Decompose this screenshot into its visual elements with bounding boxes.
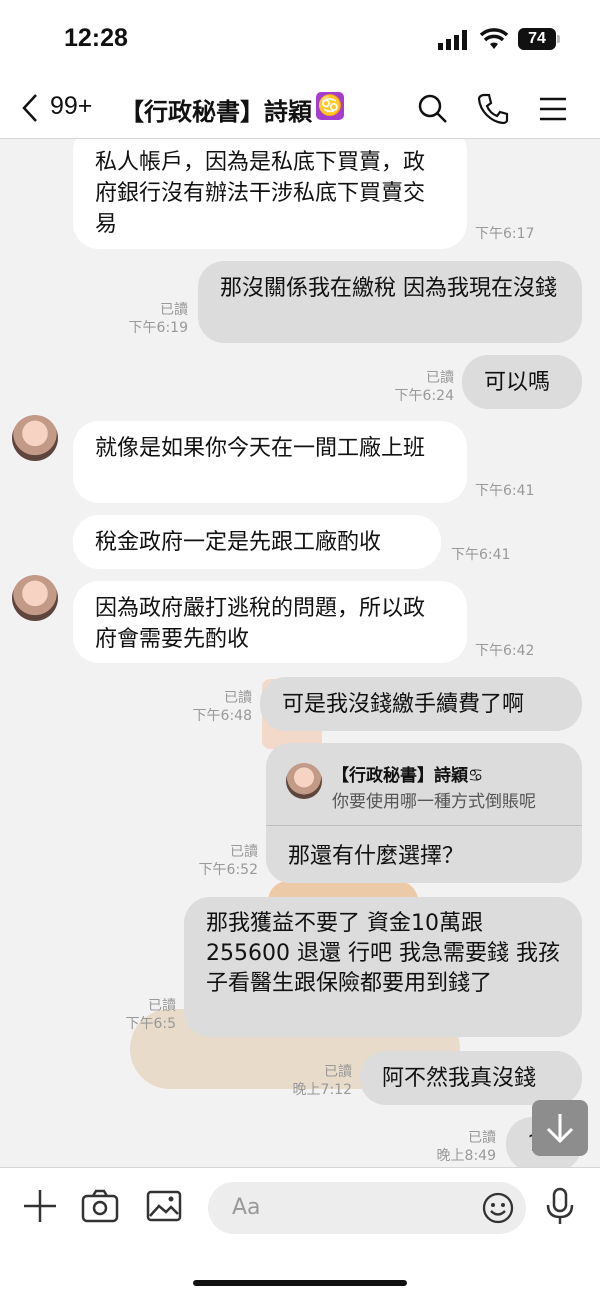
cancer-zodiac-icon: ♋ <box>316 92 344 120</box>
message-text: 就像是如果你今天在一間工廠上班 <box>95 436 426 461</box>
message-time: 下午6:48 <box>192 708 252 724</box>
read-receipt: 已讀 <box>160 302 188 318</box>
input-placeholder: Aa <box>232 1195 261 1220</box>
phone-icon[interactable] <box>476 92 510 126</box>
avatar[interactable] <box>12 575 58 621</box>
chat-header: 99+ 【行政秘書】詩穎 ♋ <box>0 78 600 139</box>
read-receipt: 已讀 <box>324 1064 352 1080</box>
camera-icon[interactable] <box>80 1186 120 1226</box>
scroll-to-bottom-button[interactable] <box>532 1100 588 1156</box>
message-text: 因為政府嚴打逃稅的問題，所以政府會需要先酌收 <box>95 596 426 652</box>
home-indicator <box>193 1280 407 1286</box>
message-bubble-outgoing[interactable]: 那沒關係我在繳稅 因為我現在沒錢 <box>198 261 582 343</box>
message-bubble-incoming[interactable]: 私人帳戶，因為是私底下買賣，政府銀行沒有辦法干涉私底下買賣交易 <box>73 139 467 249</box>
message-list[interactable]: 私人帳戶，因為是私底下買賣，政府銀行沒有辦法干涉私底下買賣交易 下午6:17 那… <box>0 139 600 1167</box>
message-meta: 已讀下午6:24 <box>382 369 454 405</box>
message-time: 晚上8:49 <box>436 1148 496 1164</box>
message-text: 那還有什麼選擇？ <box>288 844 465 869</box>
message-text: 私人帳戶，因為是私底下買賣，政府銀行沒有辦法干涉私底下買賣交易 <box>95 150 426 237</box>
reply-message-bubble[interactable]: 【行政秘書】詩穎♋ 你要使用哪一種方式倒賬呢 那還有什麼選擇？ <box>266 743 582 883</box>
message-text: 那沒關係我在繳稅 因為我現在沒錢 <box>220 276 557 301</box>
message-meta: 已讀下午6:52 <box>186 843 258 879</box>
message-text: 阿不然我真沒錢 <box>382 1066 537 1091</box>
message-meta: 已讀晚上8:49 <box>424 1129 496 1165</box>
mic-icon[interactable] <box>540 1186 580 1226</box>
message-text: 可是我沒錢繳手續費了啊 <box>282 692 525 717</box>
read-receipt: 已讀 <box>224 690 252 706</box>
message-time: 下午6:24 <box>394 388 454 404</box>
battery-icon: 74 <box>518 28 556 50</box>
message-meta: 已讀下午6:48 <box>180 689 252 725</box>
quoted-sender: 【行政秘書】詩穎♋ <box>332 766 484 786</box>
message-time: 下午6:41 <box>451 547 511 563</box>
message-bubble-outgoing[interactable]: 阿不然我真沒錢 <box>360 1051 582 1105</box>
search-icon[interactable] <box>416 92 450 126</box>
message-bubble-outgoing[interactable]: 可以嗎 <box>462 355 582 409</box>
message-bubble-incoming[interactable]: 稅金政府一定是先跟工廠酌收 <box>73 515 441 569</box>
message-text: 那我獲益不要了 資金10萬跟 255600 退還 行吧 我急需要錢 我孩子看醫生… <box>206 911 560 996</box>
plus-icon[interactable] <box>20 1186 60 1226</box>
message-text: 稅金政府一定是先跟工廠酌收 <box>95 530 382 555</box>
message-time: 晚上7:12 <box>292 1082 352 1098</box>
clock: 12:28 <box>64 24 128 52</box>
message-time: 下午6:42 <box>475 643 535 659</box>
message-meta: 已讀晚上7:12 <box>280 1063 352 1099</box>
message-time: 下午6:41 <box>475 483 535 499</box>
message-text: 可以嗎 <box>484 370 551 395</box>
battery-tip <box>557 35 560 43</box>
arrow-down-icon <box>546 1114 574 1144</box>
message-bubble-incoming[interactable]: 就像是如果你今天在一間工廠上班 <box>73 421 467 503</box>
quoted-message[interactable]: 【行政秘書】詩穎♋ 你要使用哪一種方式倒賬呢 <box>266 743 582 826</box>
signal-icon <box>438 30 467 50</box>
message-meta: 已讀下午6:5 <box>104 997 176 1033</box>
message-bubble-outgoing[interactable]: 那我獲益不要了 資金10萬跟 255600 退還 行吧 我急需要錢 我孩子看醫生… <box>184 897 582 1037</box>
quoted-text: 你要使用哪一種方式倒賬呢 <box>332 792 536 812</box>
status-bar: 12:28 74 <box>0 0 600 78</box>
unread-count[interactable]: 99+ <box>50 92 92 121</box>
menu-icon[interactable] <box>536 92 570 126</box>
image-icon[interactable] <box>144 1186 184 1226</box>
read-receipt: 已讀 <box>426 370 454 386</box>
chevron-left-icon[interactable] <box>18 92 42 124</box>
message-time: 下午6:5 <box>125 1016 176 1032</box>
chat-title[interactable]: 【行政秘書】詩穎 ♋ <box>120 92 344 127</box>
wifi-icon <box>480 28 508 49</box>
avatar[interactable] <box>12 415 58 461</box>
quoted-avatar <box>286 763 322 799</box>
message-input[interactable]: Aa <box>208 1182 526 1234</box>
message-time: 下午6:52 <box>198 862 258 878</box>
read-receipt: 已讀 <box>468 1130 496 1146</box>
message-bubble-incoming[interactable]: 因為政府嚴打逃稅的問題，所以政府會需要先酌收 <box>73 581 467 663</box>
emoji-icon[interactable] <box>480 1190 516 1226</box>
chat-title-text: 【行政秘書】詩穎 <box>120 99 312 126</box>
message-bubble-outgoing[interactable]: 可是我沒錢繳手續費了啊 <box>260 677 582 731</box>
read-receipt: 已讀 <box>148 998 176 1014</box>
message-time: 下午6:19 <box>128 320 188 336</box>
message-meta: 已讀下午6:19 <box>118 301 188 337</box>
message-time: 下午6:17 <box>475 226 535 242</box>
read-receipt: 已讀 <box>230 844 258 860</box>
